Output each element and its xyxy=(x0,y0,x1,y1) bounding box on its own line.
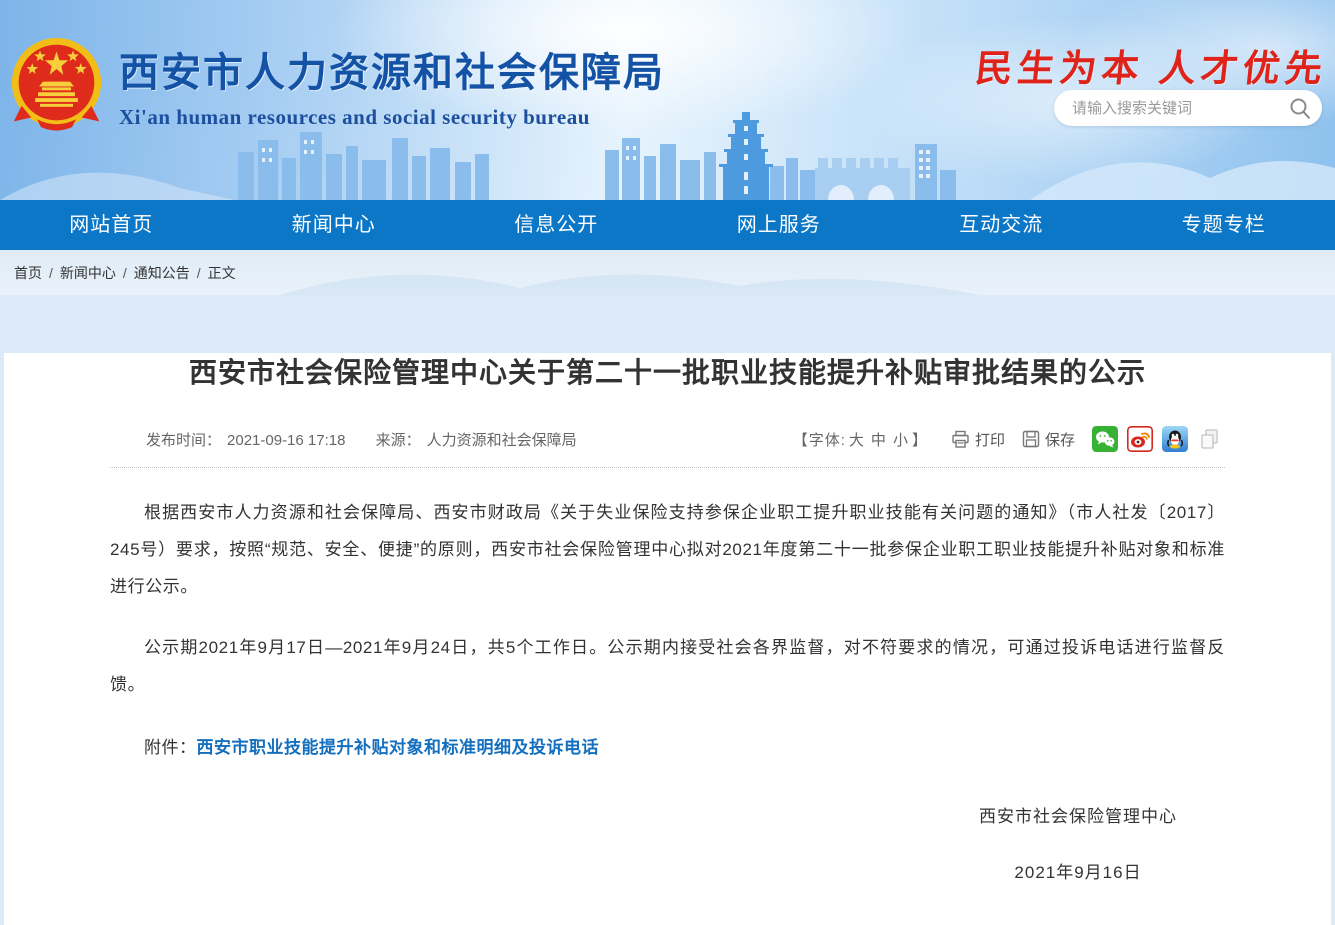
search-box xyxy=(1054,90,1322,126)
font-size-small-button[interactable]: 小 xyxy=(893,432,909,449)
article-title: 西安市社会保险管理中心关于第二十一批职业技能提升补贴审批结果的公示 xyxy=(110,353,1225,392)
nav-item-interaction[interactable]: 互动交流 xyxy=(890,200,1113,250)
article-paragraph: 根据西安市人力资源和社会保障局、西安市财政局《关于失业保险支持参保企业职工提升职… xyxy=(110,494,1225,605)
nav-item-info-disclosure[interactable]: 信息公开 xyxy=(445,200,668,250)
attachment-line: 附件：西安市职业技能提升补贴对象和标准明细及投诉电话 xyxy=(110,733,1225,758)
font-size-medium-button[interactable]: 中 xyxy=(871,432,887,449)
breadcrumb: 首页 / 新闻中心 / 通知公告 / 正文 xyxy=(0,250,1335,295)
print-button[interactable]: 打印 xyxy=(951,429,1005,450)
breadcrumb-item-current: 正文 xyxy=(208,263,236,283)
breadcrumb-item-home[interactable]: 首页 xyxy=(14,263,42,283)
breadcrumb-mountains-graphic xyxy=(280,250,980,295)
save-button[interactable]: 保存 xyxy=(1022,429,1075,450)
signature-block: 西安市社会保险管理中心 2021年9月16日 xyxy=(979,802,1177,883)
wechat-share-icon[interactable] xyxy=(1092,426,1118,452)
article-body: 根据西安市人力资源和社会保障局、西安市财政局《关于失业保险支持参保企业职工提升职… xyxy=(110,494,1225,883)
font-size-control: 【字体:大中小】 xyxy=(793,429,928,450)
source-value: 人力资源和社会保障局 xyxy=(427,432,577,449)
nav-item-news[interactable]: 新闻中心 xyxy=(223,200,446,250)
publish-time-label: 发布时间： xyxy=(146,432,221,449)
breadcrumb-separator: / xyxy=(197,265,201,281)
site-title: 西安市人力资源和社会保障局 xyxy=(119,40,665,98)
brand: 西安市人力资源和社会保障局 Xi'an human resources and … xyxy=(8,36,665,133)
nav-item-special-topics[interactable]: 专题专栏 xyxy=(1113,200,1335,250)
publish-time-value: 2021-09-16 17:18 xyxy=(227,432,345,449)
font-size-prefix: 【字体: xyxy=(793,432,846,449)
attachment-label: 附件： xyxy=(144,738,197,757)
save-icon xyxy=(1022,430,1040,448)
slogan-calligraphy: 民生为本 人才优先 xyxy=(973,38,1330,92)
article-tools: 【字体:大中小】 打印 保存 xyxy=(793,426,1223,452)
nav-item-home[interactable]: 网站首页 xyxy=(0,200,223,250)
search-icon[interactable] xyxy=(1288,96,1312,120)
page: 西安市人力资源和社会保障局 Xi'an human resources and … xyxy=(0,0,1335,867)
signature-date: 2021年9月16日 xyxy=(979,858,1177,883)
signature-org: 西安市社会保险管理中心 xyxy=(979,802,1177,827)
breadcrumb-item-news[interactable]: 新闻中心 xyxy=(60,263,116,283)
font-size-suffix: 】 xyxy=(912,432,928,449)
printer-icon xyxy=(951,430,970,449)
breadcrumb-separator: / xyxy=(49,265,53,281)
qq-share-icon[interactable] xyxy=(1162,426,1188,452)
attachment-link[interactable]: 西安市职业技能提升补贴对象和标准明细及投诉电话 xyxy=(197,738,600,757)
weibo-share-icon[interactable] xyxy=(1127,426,1153,452)
nav-item-online-services[interactable]: 网上服务 xyxy=(668,200,891,250)
article-meta-row: 发布时间： 2021-09-16 17:18 来源： 人力资源和社会保障局 【字体:… xyxy=(110,426,1225,468)
site-titles: 西安市人力资源和社会保障局 Xi'an human resources and … xyxy=(119,36,665,130)
search-input[interactable] xyxy=(1054,90,1322,126)
breadcrumb-separator: / xyxy=(123,265,127,281)
site-header: 西安市人力资源和社会保障局 Xi'an human resources and … xyxy=(0,0,1335,200)
breadcrumb-item-notices[interactable]: 通知公告 xyxy=(134,263,190,283)
save-label: 保存 xyxy=(1045,429,1075,450)
source-label: 来源： xyxy=(376,432,421,449)
national-emblem-logo xyxy=(8,36,105,133)
article-meta: 发布时间： 2021-09-16 17:18 来源： 人力资源和社会保障局 xyxy=(146,429,583,450)
font-size-large-button[interactable]: 大 xyxy=(849,432,865,449)
main-nav: 网站首页 新闻中心 信息公开 网上服务 互动交流 专题专栏 xyxy=(0,200,1335,250)
site-subtitle-english: Xi'an human resources and social securit… xyxy=(119,105,665,130)
article-card: 西安市社会保险管理中心关于第二十一批职业技能提升补贴审批结果的公示 发布时间： 2… xyxy=(4,353,1331,925)
copy-link-icon[interactable] xyxy=(1197,426,1223,452)
article-paragraph: 公示期2021年9月17日—2021年9月24日，共5个工作日。公示期内接受社会… xyxy=(110,629,1225,703)
print-label: 打印 xyxy=(975,429,1005,450)
